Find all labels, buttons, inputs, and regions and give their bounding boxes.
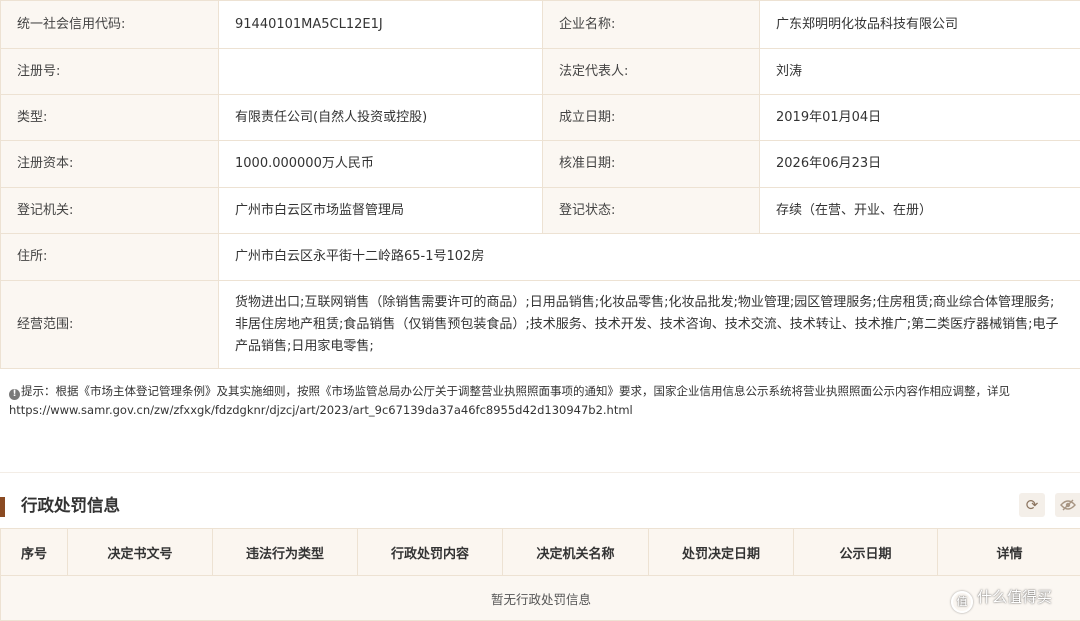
credit-code-value: 91440101MA5CL12E1J [219, 1, 543, 49]
table-row: 暂无行政处罚信息 [1, 576, 1080, 621]
approval-date-value: 2026年06月23日 [760, 141, 1080, 188]
authority-label: 登记机关: [1, 188, 219, 234]
column-header-decision-date: 处罚决定日期 [649, 529, 794, 576]
table-header-row: 序号 决定书文号 违法行为类型 行政处罚内容 决定机关名称 处罚决定日期 公示日… [1, 529, 1080, 576]
table-row: 注册资本: 1000.000000万人民币 核准日期: 2026年06月23日 [1, 141, 1080, 188]
scope-value: 货物进出口;互联网销售（除销售需要许可的商品）;日用品销售;化妆品零售;化妆品批… [219, 281, 1080, 369]
founded-label: 成立日期: [543, 95, 760, 141]
empty-state-text: 暂无行政处罚信息 [1, 576, 1080, 621]
table-row: 经营范围: 货物进出口;互联网销售（除销售需要许可的商品）;日用品销售;化妆品零… [1, 281, 1080, 369]
watermark-logo: 值 [951, 591, 973, 613]
type-value: 有限责任公司(自然人投资或控股) [219, 95, 543, 141]
status-value: 存续（在营、开业、在册） [760, 188, 1080, 234]
section-title: 行政处罚信息 [21, 494, 120, 518]
notice-message: 提示：根据《市场主体登记管理条例》及其实施细则，按照《市场监管总局办公厅关于调整… [21, 384, 1010, 398]
credit-code-label: 统一社会信用代码: [1, 1, 219, 49]
notice-text: !提示：根据《市场主体登记管理条例》及其实施细则，按照《市场监管总局办公厅关于调… [9, 382, 1071, 420]
company-name-label: 企业名称: [543, 1, 760, 49]
eye-icon [1060, 499, 1076, 511]
info-icon: ! [9, 389, 20, 400]
table-row: 统一社会信用代码: 91440101MA5CL12E1J 企业名称: 广东郑明明… [1, 1, 1080, 49]
watermark: 值什么值得买 [951, 585, 1052, 613]
watermark-text: 什么值得买 [977, 588, 1052, 606]
table-row: 类型: 有限责任公司(自然人投资或控股) 成立日期: 2019年01月04日 [1, 95, 1080, 141]
capital-label: 注册资本: [1, 141, 219, 188]
business-info-table: 统一社会信用代码: 91440101MA5CL12E1J 企业名称: 广东郑明明… [0, 0, 1080, 369]
penalty-table: 序号 决定书文号 违法行为类型 行政处罚内容 决定机关名称 处罚决定日期 公示日… [0, 528, 1080, 621]
reg-no-value [219, 49, 543, 95]
column-header-decision-no: 决定书文号 [68, 529, 213, 576]
authority-value: 广州市白云区市场监督管理局 [219, 188, 543, 234]
column-header-publish-date: 公示日期 [794, 529, 938, 576]
table-row: 住所: 广州市白云区永平街十二岭路65-1号102房 [1, 234, 1080, 281]
notice-link[interactable]: https://www.samr.gov.cn/zw/zfxxgk/fdzdgk… [9, 403, 633, 417]
table-row: 登记机关: 广州市白云区市场监督管理局 登记状态: 存续（在营、开业、在册） [1, 188, 1080, 234]
table-row: 注册号: 法定代表人: 刘涛 [1, 49, 1080, 95]
scope-label: 经营范围: [1, 281, 219, 369]
approval-date-label: 核准日期: [543, 141, 760, 188]
refresh-icon: ⟳ [1026, 496, 1039, 514]
status-label: 登记状态: [543, 188, 760, 234]
address-label: 住所: [1, 234, 219, 281]
section-accent-bar [0, 497, 5, 517]
capital-value: 1000.000000万人民币 [219, 141, 543, 188]
refresh-button[interactable]: ⟳ [1019, 493, 1045, 517]
company-name-value: 广东郑明明化妆品科技有限公司 [760, 1, 1080, 49]
address-value: 广州市白云区永平街十二岭路65-1号102房 [219, 234, 1080, 281]
column-header-penalty-content: 行政处罚内容 [358, 529, 503, 576]
column-header-violation-type: 违法行为类型 [213, 529, 358, 576]
section-divider [0, 472, 1080, 473]
legal-rep-value: 刘涛 [760, 49, 1080, 95]
column-header-authority: 决定机关名称 [503, 529, 649, 576]
type-label: 类型: [1, 95, 219, 141]
column-header-details: 详情 [938, 529, 1080, 576]
legal-rep-label: 法定代表人: [543, 49, 760, 95]
column-header-index: 序号 [1, 529, 68, 576]
reg-no-label: 注册号: [1, 49, 219, 95]
toggle-visibility-button[interactable] [1055, 493, 1080, 517]
founded-value: 2019年01月04日 [760, 95, 1080, 141]
